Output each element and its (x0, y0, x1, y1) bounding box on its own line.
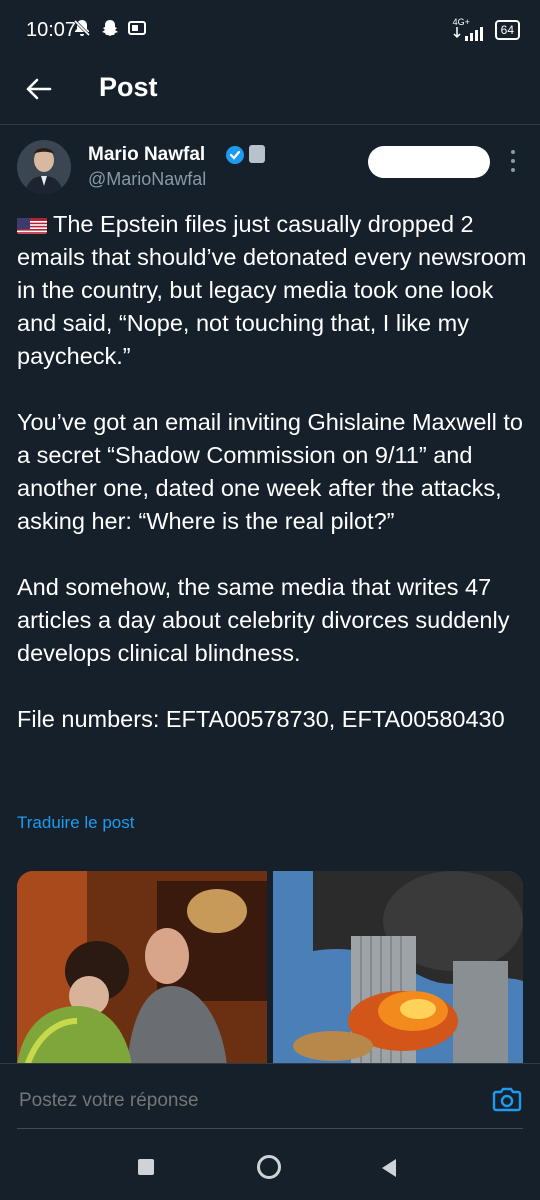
reply-input[interactable] (17, 1089, 461, 1113)
signal-icon (453, 27, 483, 41)
system-navbar (0, 1143, 540, 1200)
nav-back-icon[interactable] (380, 1158, 398, 1178)
author-handle[interactable]: @MarioNawfal (88, 169, 206, 190)
recents-button[interactable] (138, 1159, 154, 1175)
network-label: 4G+ (452, 17, 470, 27)
affiliate-badge-icon (249, 145, 265, 163)
back-button[interactable] (22, 72, 56, 106)
camera-icon (492, 1087, 522, 1112)
bell-muted-icon (73, 19, 91, 37)
reply-bar (0, 1063, 540, 1144)
post-header: Post (0, 62, 540, 125)
us-flag-icon (17, 214, 47, 234)
verified-badge-icon (226, 146, 244, 164)
follow-button[interactable] (368, 146, 490, 178)
status-time: 10:07 (26, 19, 77, 41)
post-paragraph: The Epstein files just casually dropped … (17, 208, 527, 373)
battery-indicator: 64 (494, 19, 520, 40)
status-right-icons: 4G+ 64 (453, 18, 520, 41)
post-paragraph: File numbers: EFTA00578730, EFTA00580430 (17, 706, 505, 732)
post-paragraph: And somehow, the same media that writes … (17, 574, 510, 666)
author-name[interactable]: Mario Nawfal (88, 144, 205, 166)
translate-post-link[interactable]: Traduire le post (17, 813, 134, 833)
post-paragraph: You’ve got an email inviting Ghislaine M… (17, 409, 523, 534)
camera-button[interactable] (492, 1086, 522, 1117)
mail-icon (128, 21, 146, 35)
media-image-2[interactable] (273, 871, 523, 1064)
status-bar: 10:07 4G+ 64 (0, 0, 540, 62)
home-button[interactable] (257, 1155, 281, 1179)
reply-underline (17, 1128, 523, 1129)
snapchat-icon (102, 20, 118, 36)
more-vertical-icon[interactable] (505, 150, 521, 172)
status-left-icons (72, 18, 146, 38)
avatar-image (17, 140, 71, 194)
post-media[interactable] (17, 871, 523, 1064)
post-text: The Epstein files just casually dropped … (17, 208, 527, 769)
media-image-1[interactable] (17, 871, 267, 1064)
avatar[interactable] (17, 140, 71, 194)
post: Mario Nawfal @MarioNawfal The Epstein fi… (0, 124, 540, 1064)
arrow-left-icon (26, 78, 52, 100)
post-paragraph-text: The Epstein files just casually dropped … (17, 211, 527, 369)
page-title: Post (99, 72, 158, 102)
